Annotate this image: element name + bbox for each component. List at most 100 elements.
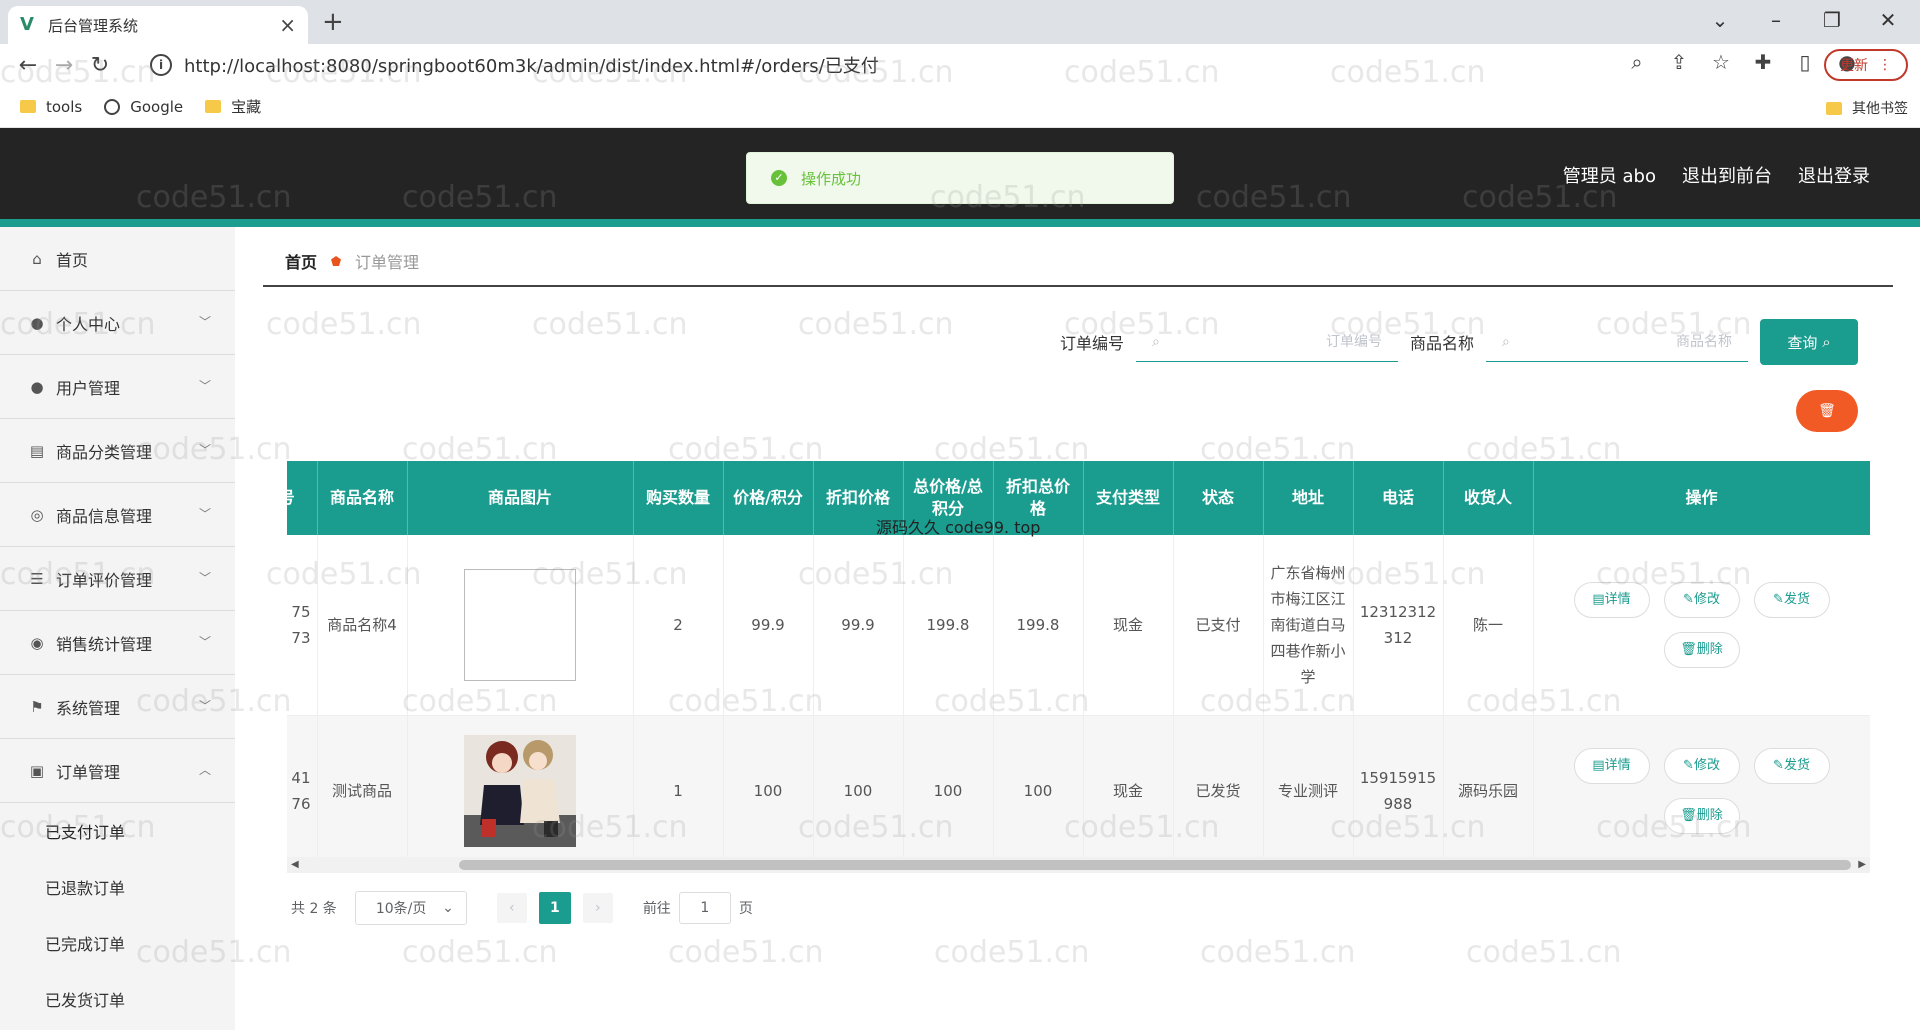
next-page-button[interactable]: › — [582, 893, 613, 923]
breadcrumb-home[interactable]: 首页 — [285, 249, 317, 273]
scrollbar-thumb[interactable] — [459, 860, 1851, 870]
cell-phone: 12312312312 — [1353, 535, 1444, 716]
detail-button[interactable]: ▤ 详情 — [1573, 748, 1650, 784]
table-row: 24 75 73 商品名称4 2 99.9 99.9 199.8 199.8 现… — [287, 535, 1870, 716]
url-text: http://localhost:8080/springboot60m3k/ad… — [184, 56, 879, 77]
cell-ops: ▤ 详情 ✎ 修改 ✎ 发货 🗑 删除 — [1533, 715, 1870, 868]
cell-address: 专业测评 — [1263, 715, 1354, 868]
update-button[interactable]: 更新 ⋮ — [1824, 49, 1908, 81]
header-accent-bar — [0, 219, 1920, 227]
update-label: 更新 — [1840, 58, 1868, 74]
back-to-front-link[interactable]: 退出到前台 — [1682, 162, 1772, 188]
horizontal-scrollbar[interactable]: ◀ ▶ — [287, 857, 1870, 873]
cell-status: 已支付 — [1173, 535, 1264, 716]
extensions-icon[interactable]: ✚ — [1750, 50, 1776, 74]
cell-product-name: 商品名称4 — [317, 535, 408, 716]
tab-close-icon[interactable]: × — [279, 13, 296, 37]
op-label: 删除 — [1696, 641, 1723, 657]
bookmark-tools[interactable]: tools — [20, 98, 82, 116]
page-number-1[interactable]: 1 — [538, 892, 571, 924]
cell-address: 广东省梅州市梅江区江南街道白马四巷作新小学 — [1263, 535, 1354, 716]
other-bookmarks[interactable]: 其他书签 — [1826, 98, 1908, 118]
sidepanel-icon[interactable]: ▯ — [1792, 50, 1818, 74]
sidebar-item-reviews[interactable]: ☰ 订单评价管理 ﹀ — [0, 547, 235, 611]
product-name-input[interactable] — [1517, 333, 1732, 350]
scroll-left-icon[interactable]: ◀ — [291, 857, 299, 873]
site-info-icon[interactable]: i — [150, 54, 172, 76]
zoom-icon[interactable]: ⌕ — [1624, 50, 1650, 74]
sidebar-item-category[interactable]: ▤ 商品分类管理 ﹀ — [0, 419, 235, 483]
back-icon[interactable]: ← — [10, 53, 46, 78]
delete-button[interactable]: 🗑 删除 — [1663, 798, 1740, 834]
bookmark-label: 宝藏 — [231, 98, 262, 116]
browser-tab-bar: V 后台管理系统 × + ⌄ – ❐ ✕ — [0, 0, 1920, 44]
forward-icon[interactable]: → — [46, 53, 82, 78]
op-label: 详情 — [1604, 758, 1631, 773]
scroll-right-icon[interactable]: ▶ — [1858, 857, 1866, 873]
trash-icon: 🗑 — [1818, 403, 1836, 419]
folder-icon — [20, 100, 36, 113]
sidebar-item-users[interactable]: ● 用户管理 ﹀ — [0, 355, 235, 419]
sidebar: ⌂ 首页 ● 个人中心 ﹀ ● 用户管理 ﹀ ▤ 商品分类管理 ﹀ ◎ 商品信息管理 ﹀ ☰ 订单评… — [0, 227, 235, 1030]
query-label: 查询 — [1787, 333, 1818, 352]
user-icon: ● — [30, 313, 44, 332]
edit-button[interactable]: ✎ 修改 — [1663, 581, 1740, 618]
sidebar-sub-completed-orders[interactable]: 已完成订单 — [0, 915, 235, 971]
sidebar-item-products[interactable]: ◎ 商品信息管理 ﹀ — [0, 483, 235, 547]
cell-order-no: 24 75 73 — [287, 535, 318, 716]
main-content: 首页 订单管理 订单编号 ⌕ 商品名称 ⌕ 查询 ⌕ 🗑 号 商品名称 — [235, 227, 1920, 1030]
cell-receiver: 陈一 — [1443, 535, 1534, 716]
col-header: 号 — [287, 461, 318, 535]
product-name-label: 商品名称 — [1409, 334, 1474, 353]
sidebar-item-home[interactable]: ⌂ 首页 — [0, 227, 235, 291]
window-close-icon[interactable]: ✕ — [1868, 4, 1908, 36]
chevron-down-icon: ﹀ — [198, 315, 211, 329]
sidebar-item-system[interactable]: ⚑ 系统管理 ﹀ — [0, 675, 235, 739]
sidebar-item-label: 首页 — [56, 250, 89, 270]
globe-icon — [104, 98, 121, 115]
tab-search-icon[interactable]: ⌄ — [1700, 4, 1740, 36]
prev-page-button[interactable]: ‹ — [496, 893, 527, 923]
edit-button[interactable]: ✎ 修改 — [1663, 748, 1740, 784]
orders-table-wrap: 号 商品名称 商品图片 购买数量 价格/积分 折扣价格 总价格/总积分 折扣总价… — [287, 461, 1870, 871]
url-field[interactable]: i http://localhost:8080/springboot60m3k/… — [140, 48, 1700, 82]
bookmark-star-icon[interactable]: ☆ — [1708, 50, 1734, 74]
maximize-icon[interactable]: ❐ — [1812, 4, 1852, 36]
goto-page-input[interactable]: 1 — [678, 892, 731, 924]
sidebar-item-label: 商品分类管理 — [56, 442, 153, 462]
broken-image-icon — [464, 568, 576, 681]
new-tab-icon[interactable]: + — [322, 6, 344, 38]
detail-button[interactable]: ▤ 详情 — [1573, 581, 1650, 618]
batch-delete-button[interactable]: 🗑 — [1796, 390, 1858, 432]
sidebar-item-sales-stats[interactable]: ◉ 销售统计管理 ﹀ — [0, 611, 235, 675]
delete-button[interactable]: 🗑 删除 — [1663, 631, 1740, 668]
bookmark-google[interactable]: Google — [104, 98, 183, 116]
share-icon[interactable]: ⇪ — [1666, 50, 1692, 74]
page-unit-label: 页 — [738, 901, 753, 917]
table-header-row: 号 商品名称 商品图片 购买数量 价格/积分 折扣价格 总价格/总积分 折扣总价… — [287, 461, 1870, 535]
address-bar: ← → ↻ i http://localhost:8080/springboot… — [0, 44, 1920, 86]
tab-title: 后台管理系统 — [48, 16, 139, 35]
bookmark-treasure[interactable]: 宝藏 — [205, 96, 261, 117]
reload-icon[interactable]: ↻ — [82, 53, 118, 78]
sidebar-sub-refund-orders[interactable]: 已退款订单 — [0, 859, 235, 915]
logout-link[interactable]: 退出登录 — [1798, 162, 1870, 188]
cell-quantity: 1 — [633, 715, 724, 868]
ship-button[interactable]: ✎ 发货 — [1753, 581, 1830, 618]
op-label: 修改 — [1693, 758, 1720, 773]
minimize-icon[interactable]: – — [1756, 4, 1796, 36]
cell-status: 已发货 — [1173, 715, 1264, 868]
sidebar-sub-shipped-orders[interactable]: 已发货订单 — [0, 971, 235, 1027]
query-button[interactable]: 查询 ⌕ — [1760, 319, 1858, 365]
sidebar-item-label: 用户管理 — [56, 378, 121, 398]
sidebar-item-personal[interactable]: ● 个人中心 ﹀ — [0, 291, 235, 355]
cell-discount-total: 199.8 — [993, 535, 1084, 716]
page-size-select[interactable]: 10条/页 ⌄ — [354, 891, 467, 925]
sidebar-item-orders[interactable]: ▣ 订单管理 ︿ — [0, 739, 235, 803]
col-header: 电话 — [1353, 461, 1444, 535]
cell-ops: ▤ 详情 ✎ 修改 ✎ 发货 🗑 删除 — [1533, 535, 1870, 716]
browser-tab[interactable]: V 后台管理系统 × — [8, 6, 308, 44]
order-no-input[interactable] — [1167, 333, 1382, 350]
sidebar-sub-paid-orders[interactable]: 已支付订单 — [0, 803, 235, 859]
ship-button[interactable]: ✎ 发货 — [1753, 748, 1830, 784]
